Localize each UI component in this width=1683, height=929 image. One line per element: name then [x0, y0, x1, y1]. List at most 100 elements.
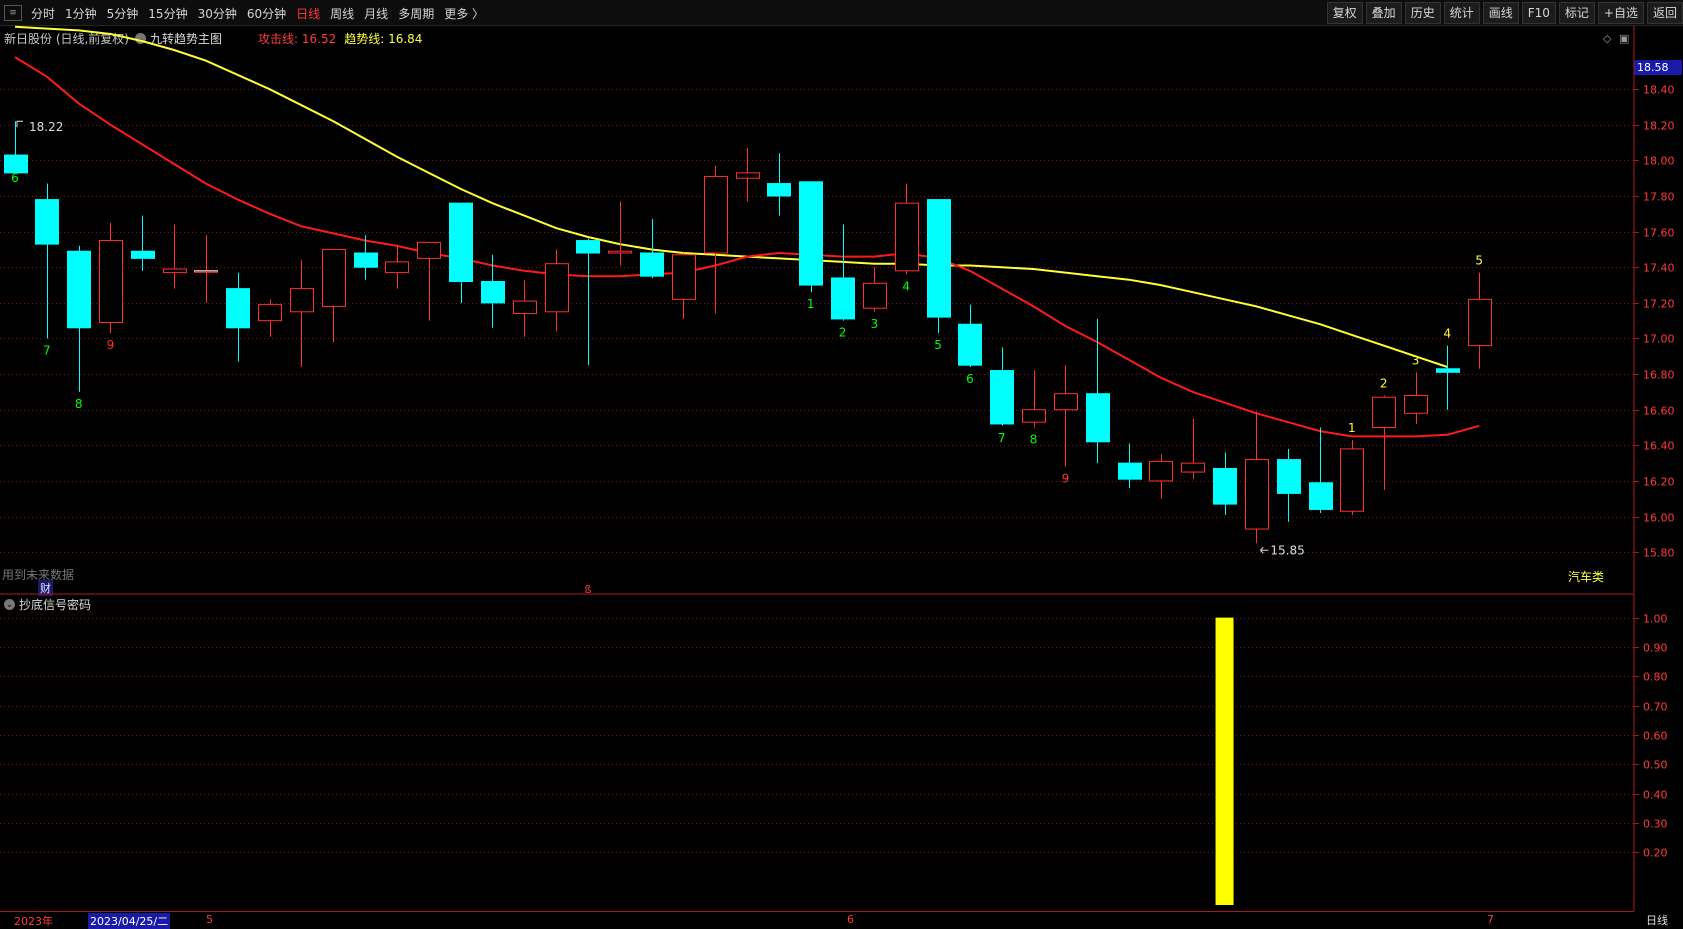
kline-chart[interactable]: 18.40 18.20 18.00 17.80 17.60 17.40 17.20 17.00…: [0, 0, 1683, 928]
candle-body: [640, 252, 664, 277]
price-tick-label: 18.40: [1643, 84, 1675, 97]
candle: [927, 199, 951, 334]
price-tick-label: 17.80: [1643, 191, 1675, 204]
nine-turn-count-label: 3: [871, 317, 879, 331]
candle-body: [35, 199, 59, 245]
price-tick-label: 16.80: [1643, 369, 1675, 382]
signal-tick-label: 0.50: [1643, 759, 1668, 772]
candle: [163, 224, 187, 289]
dividend-marker: ß: [585, 583, 592, 596]
candle-body: [1086, 393, 1110, 443]
candle: [704, 165, 728, 314]
nine-turn-count-label: 3: [1412, 353, 1420, 367]
nine-turn-count-label: 4: [902, 279, 910, 293]
candle: [1372, 395, 1396, 490]
period-label: 日线: [1646, 914, 1668, 927]
date-axis[interactable]: 2023年 2023/04/25/二 5 6 7: [0, 911, 1634, 929]
nine-turn-count-label: 6: [11, 171, 19, 185]
nine-turn-count-label: 1: [807, 297, 815, 311]
candle: [67, 245, 91, 392]
price-tick-label: 17.40: [1643, 262, 1675, 275]
price-tick-label: 17.60: [1643, 227, 1675, 240]
candle-body: [449, 202, 473, 283]
selected-date-label: 2023/04/25/二: [88, 913, 171, 929]
candle-body: [576, 240, 600, 254]
candle: [576, 238, 600, 366]
candle-body: [1022, 409, 1046, 423]
candle-body: [1118, 462, 1142, 480]
candle: [99, 222, 123, 334]
candle: [990, 347, 1014, 426]
candle-body: [1468, 298, 1492, 347]
nine-turn-count-label: 9: [1062, 472, 1070, 486]
high-marker-arrow: [16, 120, 23, 128]
candle: [545, 249, 569, 332]
candle-body: [1404, 394, 1428, 414]
candle: [831, 224, 855, 321]
attack-line: [14, 56, 1480, 438]
candle-body: [895, 202, 919, 272]
candle: [1245, 411, 1269, 544]
month-mark: 7: [1487, 913, 1494, 926]
candle-body: [1213, 467, 1237, 505]
nine-turn-count-label: 2: [1380, 376, 1388, 390]
signal-tick-label: 0.20: [1643, 847, 1668, 860]
candle: [1181, 418, 1205, 480]
candle-body: [1340, 448, 1364, 512]
candle: [4, 121, 28, 174]
candle-body: [385, 261, 409, 274]
candle-body: [163, 268, 187, 274]
price-tick-label: 15.80: [1643, 547, 1675, 560]
candle-body: [1054, 393, 1078, 411]
candle: [322, 248, 346, 343]
candle-body: [290, 288, 314, 313]
candle-body: [927, 199, 951, 318]
candle-body: [863, 282, 887, 309]
year-label: 2023年: [14, 915, 53, 928]
candle-body: [831, 277, 855, 320]
candle-body: [608, 250, 632, 254]
candle-body: [1277, 459, 1301, 494]
price-tick-label: 18.20: [1643, 120, 1675, 133]
candle: [1468, 272, 1492, 369]
candle-body: [990, 370, 1014, 425]
nine-turn-count-label: 4: [1444, 327, 1452, 341]
price-tick-label: 16.00: [1643, 512, 1675, 525]
candle: [1118, 443, 1142, 489]
signal-tick-label: 0.80: [1643, 671, 1668, 684]
nine-turn-count-label: 2: [839, 326, 847, 340]
price-tick-label: 17.20: [1643, 298, 1675, 311]
candle-body: [354, 252, 378, 268]
signal-tick-label: 0.60: [1643, 730, 1668, 743]
signal-tick-label: 0.40: [1643, 789, 1668, 802]
candle: [290, 260, 314, 367]
candle: [35, 183, 59, 339]
candle-body: [767, 183, 791, 197]
candle-body: [958, 323, 982, 366]
price-tick-label: 16.40: [1643, 440, 1675, 453]
nine-turn-count-label: 8: [75, 397, 83, 411]
candle: [1086, 318, 1110, 464]
signal-tick-label: 0.70: [1643, 701, 1668, 714]
candle: [1213, 452, 1237, 515]
nine-turn-count-label: 5: [1475, 254, 1483, 268]
signal-tick-label: 1.00: [1643, 613, 1668, 626]
candle-body: [513, 300, 537, 315]
candle: [863, 267, 887, 312]
candle: [1054, 365, 1078, 467]
nine-turn-count-label: 7: [998, 431, 1006, 445]
high-price-label: 18.22: [29, 120, 63, 134]
candle-body: [1436, 368, 1460, 373]
nine-turn-count-label: 7: [43, 343, 51, 357]
candle: [1436, 345, 1460, 410]
candle-body: [1372, 396, 1396, 429]
signal-tick-label: 0.90: [1643, 642, 1668, 655]
price-tick-label: 16.20: [1643, 476, 1675, 489]
candle-body: [322, 248, 346, 307]
candle-body: [226, 288, 250, 329]
candle: [767, 153, 791, 216]
candle-body: [799, 181, 823, 286]
candle: [226, 272, 250, 362]
candle: [258, 299, 282, 337]
candle: [449, 202, 473, 303]
